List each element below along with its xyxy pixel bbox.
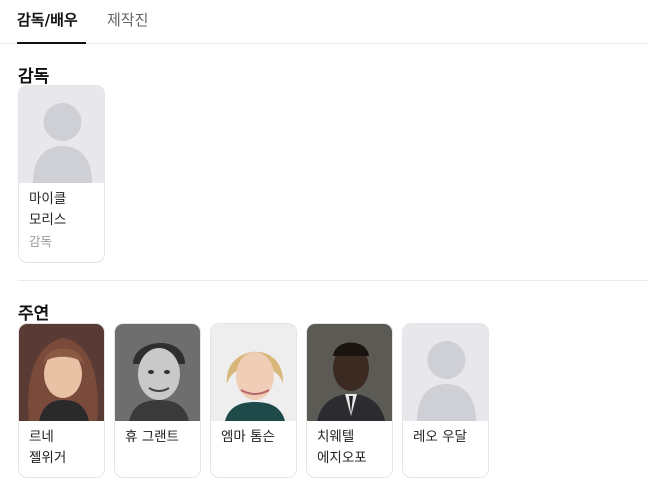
person-card-cast-5[interactable]: 레오 우달 bbox=[402, 323, 489, 478]
person-card-cast-4[interactable]: 치웨텔 에지오포 bbox=[306, 323, 393, 478]
person-name: 레오 우달 bbox=[413, 429, 467, 445]
portrait-woman-blonde-image bbox=[211, 324, 296, 421]
portrait-woman-brown-hair-image bbox=[19, 324, 104, 421]
section-divider bbox=[18, 280, 648, 281]
tab-production-staff[interactable]: 제작진 bbox=[107, 10, 148, 44]
person-name: 휴 그랜트 bbox=[125, 429, 179, 445]
tab-bar: 감독/배우 제작진 bbox=[0, 0, 648, 44]
person-name: 마이클 모리스 bbox=[29, 191, 67, 228]
person-card-director[interactable]: 마이클 모리스 감독 bbox=[18, 85, 105, 263]
profile-placeholder-icon bbox=[403, 324, 488, 421]
person-card-cast-3[interactable]: 엠마 톰슨 bbox=[210, 323, 297, 478]
tab-director-cast[interactable]: 감독/배우 bbox=[17, 10, 86, 44]
person-card-cast-1[interactable]: 르네 젤위거 bbox=[18, 323, 105, 478]
person-card-cast-2[interactable]: 휴 그랜트 bbox=[114, 323, 201, 478]
portrait-man-suit-image bbox=[307, 324, 392, 421]
person-name: 엠마 톰슨 bbox=[221, 429, 275, 445]
portrait-man-grayscale-image bbox=[115, 324, 200, 421]
director-section-title: 감독 bbox=[18, 67, 50, 87]
profile-placeholder-icon bbox=[19, 86, 104, 183]
person-name: 르네 젤위거 bbox=[29, 429, 67, 466]
person-role: 감독 bbox=[29, 234, 53, 249]
cast-section-title: 주연 bbox=[18, 304, 50, 324]
person-name: 치웨텔 에지오포 bbox=[317, 429, 367, 466]
